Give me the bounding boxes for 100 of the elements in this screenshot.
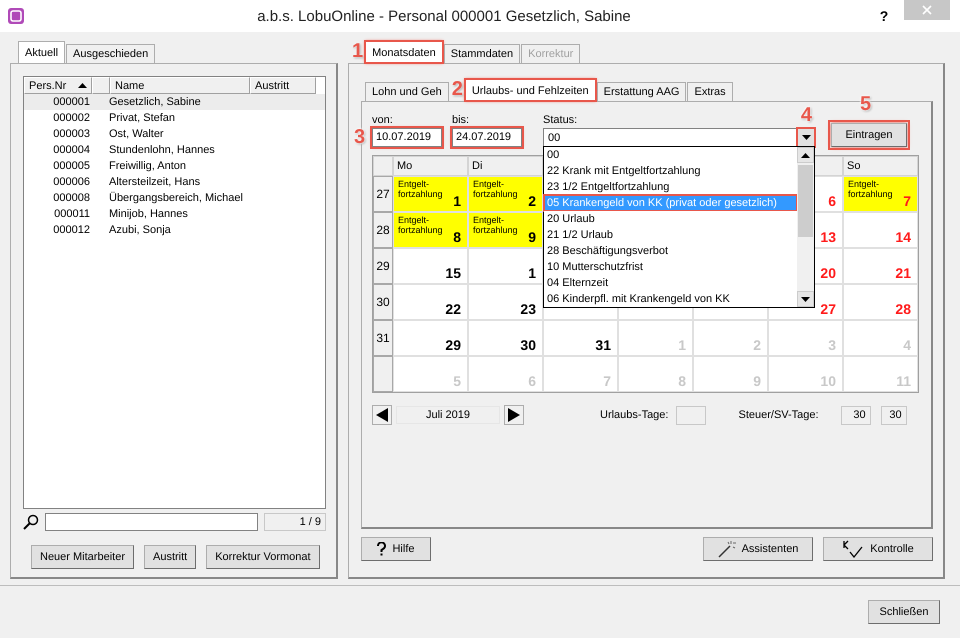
action-button[interactable]: Kontrolle — [823, 537, 933, 561]
close-icon — [922, 5, 932, 15]
day-number: 31 — [595, 337, 611, 353]
value-box: 30 — [880, 406, 907, 424]
table-cell-text: 000011 — [53, 208, 90, 220]
day-number: 30 — [520, 337, 536, 353]
calendar-day[interactable]: 15 — [393, 248, 468, 284]
window-title: a.b.s. LobuOnline - Personal 000001 Gesetzlich, Sabine — [256, 8, 632, 24]
calendar-day[interactable]: Entgelt- fortzahlung 7 — [843, 176, 918, 212]
weekday-header: So — [843, 156, 918, 176]
absence-entry: Entgelt- fortzahlung — [848, 179, 894, 199]
month-label: Juli 2019 — [396, 406, 500, 424]
check-mark-icon — [842, 540, 864, 558]
calendar-day[interactable]: 21 — [843, 248, 918, 284]
tab[interactable]: Erstattung AAG — [596, 82, 686, 101]
table-cell-text: 000003 — [52, 128, 90, 140]
search-field[interactable] — [45, 513, 258, 531]
table-cell: Gesetzlich, Sabine — [109, 96, 201, 108]
tab[interactable]: Urlaubs- und Fehlzeiten — [464, 79, 596, 101]
calendar-day[interactable]: 29 — [393, 320, 468, 356]
tab[interactable]: Lohn und Geh — [365, 82, 449, 101]
day-number: 29 — [445, 337, 461, 353]
table-cell-text: 000001 — [52, 96, 90, 108]
day-number: 27 — [820, 301, 836, 317]
calendar-day[interactable]: 1 — [468, 248, 543, 284]
table-cell: Freiwillig, Anton — [109, 160, 186, 172]
calendar-day[interactable]: 31 — [543, 320, 618, 356]
action-button[interactable]: Hilfe — [361, 537, 431, 561]
absence-entry: Entgelt- fortzahlung — [398, 179, 444, 199]
action-button[interactable]: Austritt — [144, 545, 196, 569]
magic-wand-icon — [718, 540, 736, 558]
tab[interactable]: Monatsdaten — [365, 41, 443, 63]
previous-month-button[interactable] — [372, 405, 392, 425]
day-number: 21 — [895, 265, 911, 281]
callout-number: 4 — [800, 105, 812, 125]
day-number: 1 — [528, 265, 536, 281]
calendar-day[interactable]: 14 — [843, 212, 918, 248]
table-cell: Stundenlohn, Hannes — [109, 144, 215, 156]
action-button[interactable]: Korrektur Vormonat — [206, 545, 320, 569]
day-number: 28 — [895, 301, 911, 317]
date-field[interactable]: 10.07.2019 — [372, 128, 442, 147]
dropdown-option[interactable]: 23 1/2 Entgeltfortzahlung — [544, 179, 797, 195]
callout-number: 3 — [354, 127, 366, 147]
question-mark-icon — [377, 542, 386, 556]
calendar-day[interactable]: 23 — [468, 284, 543, 320]
day-number: 23 — [520, 301, 536, 317]
week-number: 31 — [373, 320, 393, 356]
week-number: 30 — [373, 284, 393, 320]
scrollbar-thumb[interactable] — [798, 165, 813, 237]
day-number: 15 — [445, 265, 461, 281]
day-number: 14 — [895, 229, 911, 245]
stat-label: Steuer/SV-Tage: — [738, 409, 819, 421]
absence-entry: Entgelt- fortzahlung — [473, 215, 519, 235]
header-corner — [373, 156, 393, 176]
search-icon — [23, 514, 39, 530]
calendar-day[interactable]: Entgelt- fortzahlung 2 — [468, 176, 543, 212]
table-cell: Altersteilzeit, Hans — [109, 176, 200, 188]
table-cell: Minijob, Hannes — [109, 208, 188, 220]
action-button[interactable]: Assistenten — [703, 537, 813, 561]
next-month-button[interactable] — [504, 405, 524, 425]
table-cell: Azubi, Sonja — [109, 224, 171, 236]
table-cell: Ost, Walter — [109, 128, 164, 140]
column-header[interactable]: Austritt — [250, 77, 316, 94]
table-cell-text: 000006 — [52, 176, 90, 188]
tab[interactable]: Aktuell — [18, 41, 66, 63]
dropdown-button[interactable] — [798, 129, 814, 146]
column-header[interactable]: Name — [110, 77, 250, 94]
calendar-day[interactable]: 30 — [468, 320, 543, 356]
day-number: 6 — [828, 193, 836, 209]
calendar-day[interactable]: 22 — [393, 284, 468, 320]
field-label: Status: — [543, 114, 578, 126]
tab[interactable]: Stammdaten — [444, 44, 520, 63]
column-header[interactable] — [92, 77, 110, 94]
app-logo-icon — [8, 8, 24, 24]
day-number: 20 — [820, 265, 836, 281]
scroll-down-icon — [801, 296, 810, 302]
stat-label: Urlaubs-Tage: — [600, 409, 668, 421]
calendar-day[interactable]: 28 — [843, 284, 918, 320]
scrollbar[interactable] — [797, 147, 814, 307]
close-dialog-button[interactable]: Schließen — [868, 600, 940, 624]
calendar-day[interactable]: Entgelt- fortzahlung 8 — [393, 212, 468, 248]
day-number: 8 — [453, 229, 461, 245]
day-number: 2 — [528, 193, 536, 209]
table-cell-text: 000004 — [52, 144, 90, 156]
absence-entry: Entgelt- fortzahlung — [473, 179, 519, 199]
action-button[interactable]: Neuer Mitarbeiter — [31, 545, 134, 569]
help-button[interactable]: ? — [864, 8, 904, 24]
day-number: 22 — [445, 301, 461, 317]
employee-row[interactable]: 000001 Gesetzlich, Sabine — [24, 94, 325, 110]
date-field[interactable]: 24.07.2019 — [452, 128, 522, 147]
day-number: 9 — [528, 229, 536, 245]
calendar-day[interactable]: Entgelt- fortzahlung 9 — [468, 212, 543, 248]
record-count: 1 / 9 — [264, 513, 326, 531]
tab[interactable]: Extras — [687, 82, 733, 101]
callout-number: 1 — [352, 40, 364, 60]
day-number: 13 — [820, 229, 836, 245]
calendar-day[interactable]: Entgelt- fortzahlung 1 — [393, 176, 468, 212]
tab[interactable]: Ausgeschieden — [66, 44, 156, 63]
column-header[interactable]: Pers.Nr — [24, 77, 92, 94]
value-box — [676, 406, 706, 424]
